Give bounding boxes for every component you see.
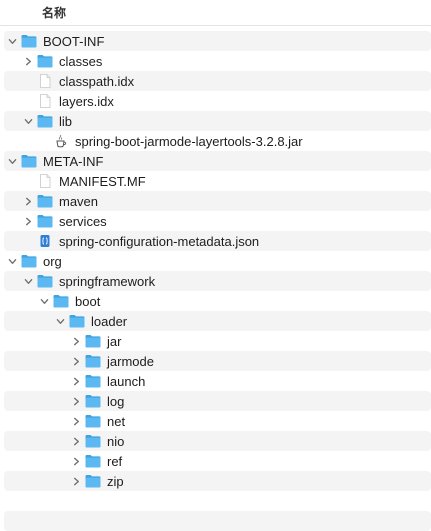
tree-item-label: maven	[59, 193, 99, 209]
tree-row-net[interactable]: net	[4, 411, 431, 431]
chevron-right-icon[interactable]	[22, 215, 34, 227]
tree-item-label: springframework	[59, 273, 156, 289]
chevron-right-icon[interactable]	[22, 195, 34, 207]
tree-item-label: layers.idx	[59, 93, 114, 109]
tree-row-classes[interactable]: classes	[4, 51, 431, 71]
empty-row	[4, 511, 431, 531]
tree-item-label: MANIFEST.MF	[59, 173, 146, 189]
tree-row-jarmode-jar[interactable]: spring-boot-jarmode-layertools-3.2.8.jar	[4, 131, 431, 151]
tree-row-nio[interactable]: nio	[4, 431, 431, 451]
tree-item-label: net	[107, 413, 126, 429]
tree-row-jarmode[interactable]: jarmode	[4, 351, 431, 371]
tree-row-loader[interactable]: loader	[4, 311, 431, 331]
java-jar-icon	[53, 134, 69, 148]
json-file-icon	[37, 234, 53, 248]
chevron-down-icon[interactable]	[22, 275, 34, 287]
folder-icon	[85, 434, 101, 448]
tree-row-lib[interactable]: lib	[4, 111, 431, 131]
chevron-down-icon[interactable]	[6, 255, 18, 267]
chevron-down-icon[interactable]	[6, 155, 18, 167]
tree-row-layers-idx[interactable]: layers.idx	[4, 91, 431, 111]
tree-row-log[interactable]: log	[4, 391, 431, 411]
tree-row-services[interactable]: services	[4, 211, 431, 231]
chevron-down-icon[interactable]	[54, 315, 66, 327]
folder-icon	[85, 454, 101, 468]
tree-item-label: ref	[107, 453, 123, 469]
folder-icon	[85, 414, 101, 428]
tree-item-label: spring-boot-jarmode-layertools-3.2.8.jar	[75, 133, 303, 149]
column-header: 名称	[0, 0, 431, 26]
tree-row-zip[interactable]: zip	[4, 471, 431, 491]
folder-icon	[85, 374, 101, 388]
tree-row-manifest[interactable]: MANIFEST.MF	[4, 171, 431, 191]
folder-icon	[69, 314, 85, 328]
folder-icon	[53, 294, 69, 308]
tree-item-label: jar	[107, 333, 122, 349]
folder-icon	[37, 54, 53, 68]
document-icon	[37, 74, 53, 88]
tree-item-label: loader	[91, 313, 128, 329]
folder-icon	[85, 394, 101, 408]
tree-row-boot[interactable]: boot	[4, 291, 431, 311]
folder-icon	[37, 214, 53, 228]
tree-item-label: org	[43, 253, 62, 269]
chevron-right-icon[interactable]	[70, 395, 82, 407]
tree-item-label: nio	[107, 433, 125, 449]
tree-item-label: META-INF	[43, 153, 104, 169]
empty-row	[4, 491, 431, 511]
document-icon	[37, 174, 53, 188]
folder-icon	[21, 34, 37, 48]
document-icon	[37, 94, 53, 108]
tree-item-label: spring-configuration-metadata.json	[59, 233, 260, 249]
tree-item-label: jarmode	[107, 353, 154, 369]
tree-item-label: launch	[107, 373, 146, 389]
chevron-right-icon[interactable]	[70, 335, 82, 347]
tree-row-maven[interactable]: maven	[4, 191, 431, 211]
tree-row-classpath-idx[interactable]: classpath.idx	[4, 71, 431, 91]
folder-icon	[21, 254, 37, 268]
tree-row-metadata-json[interactable]: spring-configuration-metadata.json	[4, 231, 431, 251]
tree-item-label: classpath.idx	[59, 73, 135, 89]
tree-item-label: boot	[75, 293, 101, 309]
chevron-right-icon[interactable]	[70, 475, 82, 487]
tree-row-jar[interactable]: jar	[4, 331, 431, 351]
folder-icon	[37, 274, 53, 288]
chevron-down-icon[interactable]	[38, 295, 50, 307]
chevron-right-icon[interactable]	[70, 415, 82, 427]
folder-icon	[21, 154, 37, 168]
tree-row-springframework[interactable]: springframework	[4, 271, 431, 291]
folder-icon	[37, 194, 53, 208]
folder-icon	[85, 474, 101, 488]
chevron-down-icon[interactable]	[6, 35, 18, 47]
chevron-right-icon[interactable]	[70, 355, 82, 367]
tree-item-label: BOOT-INF	[43, 33, 105, 49]
tree-row-boot-inf[interactable]: BOOT-INF	[4, 31, 431, 51]
tree-item-label: classes	[59, 53, 103, 69]
name-column-header[interactable]: 名称	[42, 4, 66, 21]
folder-icon	[37, 114, 53, 128]
file-tree: BOOT-INF classes classpath.idx layers.id…	[0, 31, 431, 531]
tree-row-launch[interactable]: launch	[4, 371, 431, 391]
tree-item-label: log	[107, 393, 125, 409]
chevron-down-icon[interactable]	[22, 115, 34, 127]
tree-row-ref[interactable]: ref	[4, 451, 431, 471]
folder-icon	[85, 354, 101, 368]
tree-row-meta-inf[interactable]: META-INF	[4, 151, 431, 171]
chevron-right-icon[interactable]	[22, 55, 34, 67]
tree-item-label: services	[59, 213, 107, 229]
tree-item-label: zip	[107, 473, 124, 489]
chevron-right-icon[interactable]	[70, 435, 82, 447]
tree-row-org[interactable]: org	[4, 251, 431, 271]
tree-item-label: lib	[59, 113, 73, 129]
folder-icon	[85, 334, 101, 348]
chevron-right-icon[interactable]	[70, 375, 82, 387]
chevron-right-icon[interactable]	[70, 455, 82, 467]
